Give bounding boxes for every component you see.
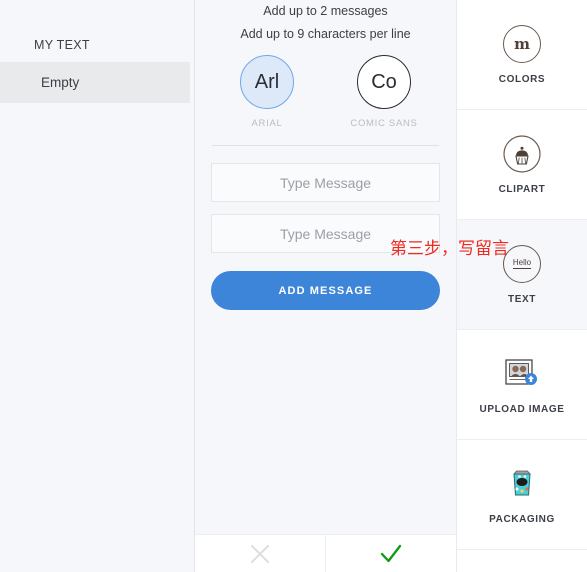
mm-logo-icon: m	[502, 24, 542, 64]
sidebar-item-colors[interactable]: m COLORS	[457, 0, 587, 110]
upload-photo-icon	[502, 354, 542, 394]
editor-action-bar	[195, 534, 456, 572]
sidebar-item-text[interactable]: Hello TEXT	[457, 220, 587, 330]
candy-bag-icon	[502, 464, 542, 504]
font-selector: Arl ARIAL Co COMIC SANS	[195, 55, 456, 129]
font-swatch-comic-sans[interactable]: Co	[357, 55, 411, 109]
my-text-heading: MY TEXT	[34, 38, 90, 52]
font-sample-comic-sans: Co	[371, 70, 397, 93]
my-text-empty-row[interactable]: Empty	[0, 62, 190, 103]
font-option-comic-sans[interactable]: Co COMIC SANS	[336, 55, 432, 129]
close-x-icon	[251, 544, 269, 563]
message-input-line-2[interactable]	[211, 214, 440, 253]
font-label-arial: ARIAL	[251, 118, 283, 129]
font-option-arial[interactable]: Arl ARIAL	[219, 55, 315, 129]
confirm-button[interactable]	[325, 535, 456, 572]
hello-text-glyph: Hello	[512, 258, 532, 269]
sidebar-item-clipart[interactable]: CLIPART	[457, 110, 587, 220]
check-icon	[380, 544, 402, 562]
section-divider	[212, 145, 439, 146]
cupcake-icon	[502, 134, 542, 174]
sidebar-label-packaging: PACKAGING	[489, 514, 555, 525]
sidebar-label-clipart: CLIPART	[498, 184, 546, 195]
sidebar-label-colors: COLORS	[498, 74, 546, 85]
message-inputs	[195, 163, 456, 253]
my-text-empty-label: Empty	[41, 75, 80, 90]
cancel-button[interactable]	[195, 535, 325, 572]
sidebar-item-upload-image[interactable]: UPLOAD IMAGE	[457, 330, 587, 440]
tools-sidebar: m COLORS CLIPART Hello TEXT UPLOAD IMAGE…	[456, 0, 587, 572]
mm-logo-letter: m	[514, 34, 530, 53]
sidebar-item-packaging[interactable]: PACKAGING	[457, 440, 587, 550]
sidebar-label-upload-image: UPLOAD IMAGE	[479, 404, 565, 415]
message-input-line-1[interactable]	[211, 163, 440, 202]
sidebar-label-text: TEXT	[508, 294, 536, 305]
app-root: MY TEXT Empty Add up to 2 messages Add u…	[0, 0, 587, 572]
font-sample-arial: Arl	[254, 70, 280, 93]
hello-text-icon: Hello	[502, 244, 542, 284]
text-editor-panel: Add up to 2 messages Add up to 9 charact…	[195, 0, 456, 572]
font-label-comic-sans: COMIC SANS	[350, 118, 418, 129]
hint-characters-limit: Add up to 9 characters per line	[240, 27, 411, 41]
add-message-button[interactable]: ADD MESSAGE	[211, 271, 440, 310]
my-text-panel: MY TEXT Empty	[0, 0, 195, 572]
font-swatch-arial[interactable]: Arl	[240, 55, 294, 109]
hint-messages-limit: Add up to 2 messages	[263, 4, 388, 18]
